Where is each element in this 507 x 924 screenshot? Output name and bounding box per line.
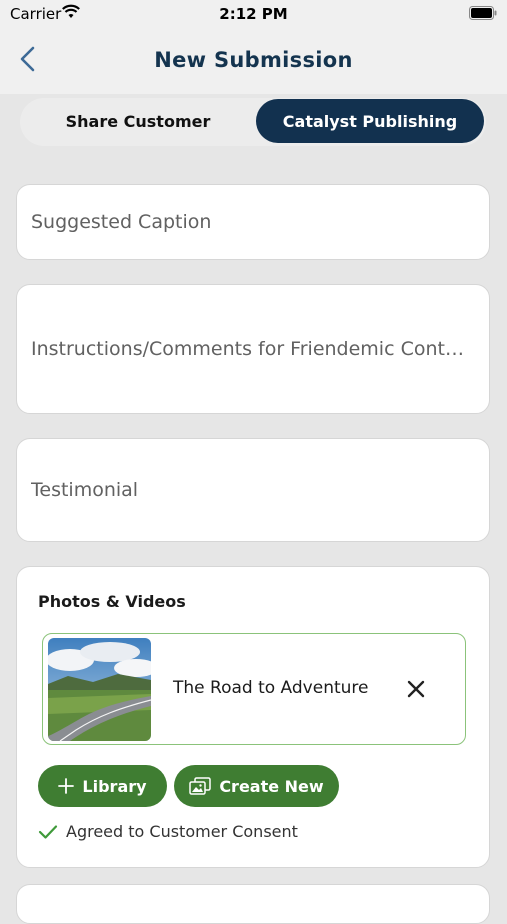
- customer-consent[interactable]: Agreed to Customer Consent: [38, 822, 298, 841]
- testimonial-placeholder: Testimonial: [31, 479, 139, 501]
- tab-catalyst-publishing[interactable]: Catalyst Publishing: [256, 99, 484, 143]
- checkmark-icon: [38, 824, 58, 839]
- testimonial-field[interactable]: Testimonial: [16, 438, 490, 542]
- instructions-comments-field[interactable]: Instructions/Comments for Friendemic Con…: [16, 284, 490, 414]
- media-item[interactable]: The Road to Adventure: [42, 633, 466, 745]
- photos-videos-card: Photos & Videos The Road to Adventure Li…: [16, 566, 490, 868]
- consent-label: Agreed to Customer Consent: [66, 822, 298, 841]
- create-new-button-label: Create New: [219, 776, 324, 796]
- navigation-bar: New Submission: [0, 30, 507, 94]
- status-time: 2:12 PM: [219, 5, 288, 23]
- gallery-icon: [189, 777, 212, 795]
- segmented-control: Share Customer Catalyst Publishing: [20, 98, 486, 146]
- media-item-name: The Road to Adventure: [173, 678, 369, 698]
- tab-share-customer[interactable]: Share Customer: [20, 99, 256, 143]
- status-bar: Carrier 2:12 PM: [0, 0, 507, 30]
- next-section-card: [16, 884, 490, 924]
- photos-videos-title: Photos & Videos: [38, 592, 186, 611]
- library-button-label: Library: [82, 776, 147, 796]
- page-title: New Submission: [154, 48, 353, 72]
- suggested-caption-field[interactable]: Suggested Caption: [16, 184, 490, 260]
- battery-icon: [469, 6, 497, 20]
- create-new-button[interactable]: Create New: [174, 765, 339, 807]
- media-thumbnail: [48, 638, 151, 741]
- close-icon[interactable]: [405, 678, 427, 700]
- plus-icon: [58, 778, 75, 794]
- library-button[interactable]: Library: [38, 765, 167, 807]
- instructions-placeholder: Instructions/Comments for Friendemic Con…: [31, 338, 475, 360]
- suggested-caption-placeholder: Suggested Caption: [31, 211, 212, 233]
